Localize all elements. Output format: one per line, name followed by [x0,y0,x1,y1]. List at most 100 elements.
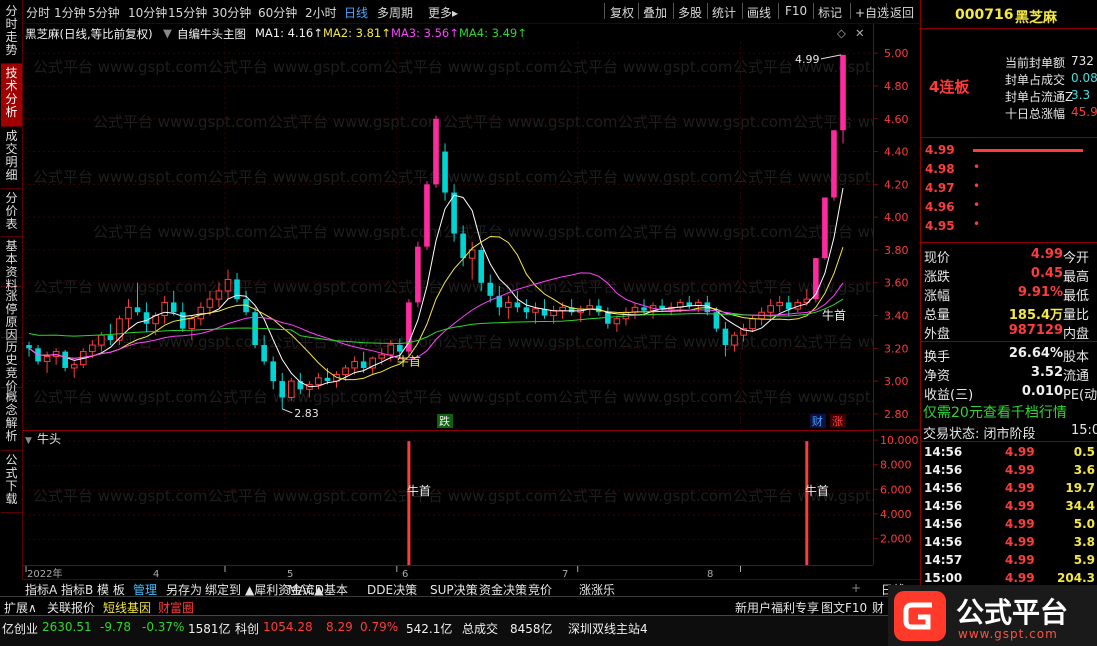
stat-label-5: 换手 [924,350,951,365]
watermark-text: 公式平台 www.gspt.com [208,487,383,505]
side-tab-label: 公式下载 [5,453,18,506]
divider [921,341,1097,342]
f10-link[interactable]: 图文F10 [821,599,867,616]
toolbar-button-3[interactable]: 统计 [712,4,736,21]
axis-tick-label: 4.60 [884,113,909,126]
cai-link[interactable]: 财 [872,599,884,616]
status-prefix: 亿 [2,622,15,636]
low-price-label: 2.83 [294,407,319,420]
axis-tick-label: 3.00 [884,375,909,388]
close-icon[interactable]: ✕ [855,26,865,40]
promo-link[interactable]: 新用户福利专享 [735,599,819,616]
add-tab-icon[interactable]: + [851,581,861,595]
extension-tab-3[interactable]: 财富圈 [158,599,194,616]
side-tab-8[interactable]: 公式下载 [1,451,22,513]
toolbar-button-4[interactable]: 画线 [747,4,771,21]
promo-banner[interactable]: 仅需20元查看千档行情 [923,402,1067,422]
tick-price-2: 4.99 [1005,481,1035,495]
stat-right-label-4: 内盘 [1063,327,1090,342]
extension-tab-0[interactable]: 扩展∧ [4,599,37,616]
watermark-text: 公式平台 www.gspt.com [618,113,793,131]
chevron-down-icon[interactable]: ▼ [163,26,172,40]
timeframe-4[interactable]: 15分钟 [168,4,207,21]
legend-ma4: MA4: 3.49↑ [459,26,527,40]
toolbar-button-6[interactable]: 标记 [818,4,842,21]
chinext-percent: -0.37% [142,620,185,634]
ask-volume-1: • [973,160,981,174]
toolbar-button-2[interactable]: 多股 [678,4,702,21]
star-change: 8.29 [326,620,353,634]
candle-body [478,249,485,283]
niushou-signal-label: 牛首 [805,483,829,498]
timeframe-5[interactable]: 30分钟 [212,4,251,21]
tick-time-2: 14:56 [924,481,963,495]
toolbar-button-5[interactable]: F10 [785,4,807,18]
timeframe-6[interactable]: 60分钟 [258,4,297,21]
side-tab-2[interactable]: 成交明细 [1,127,22,189]
timeframe-2[interactable]: 5分钟 [88,4,120,21]
candle-body [749,318,756,330]
side-tab-5[interactable]: 涨停原因 [1,287,22,342]
stat-right-label-0: 今开 [1063,251,1090,266]
settings-icon[interactable]: ◇ [837,26,846,40]
server-station[interactable]: 深圳双线主站4 [568,620,648,637]
side-tab-1[interactable]: 技术分析 [1,64,22,127]
legend-ma2: MA2: 3.81↑ [323,26,391,40]
legend-formula[interactable]: 自编牛头主图 [177,26,246,42]
timeframe-1[interactable]: 1分钟 [54,4,86,21]
side-tab-label: 分时走势 [5,4,18,57]
watermark-text: 公式平台 www.gspt.com [793,223,873,241]
tick-volume-7: 204.3 [1057,571,1095,585]
stat-value-7: 0.010 [1021,384,1063,399]
candle-body [505,301,512,308]
toolbar-separator [813,3,814,19]
timeframe-9[interactable]: 多周期 [377,4,413,21]
total-amount: 8458亿 [510,622,553,636]
timeframe-7[interactable]: 2小时 [305,4,337,21]
niushou-indicator-chart[interactable]: 公式平台 www.gspt.com 公式平台 www.gspt.com 公式平台 w… [23,430,873,565]
side-tab-4[interactable]: 基本资料 [1,237,22,292]
timeframe-0[interactable]: 分时 [26,4,50,21]
side-tab-3[interactable]: 分价表 [1,189,22,237]
chinext-label[interactable]: 创业 [14,620,38,637]
side-tab-7[interactable]: 概念解析 [1,388,22,451]
toolbar-separator [638,3,639,19]
candle-body [107,335,114,341]
stat-value-1: 0.45 [1030,266,1063,281]
niushou-signal-label: 牛首 [407,483,431,498]
extension-tab-2[interactable]: 短线基因 [103,599,151,616]
candle-body [62,351,68,368]
toolbar-button-8[interactable]: 返回 [890,4,914,21]
candle-body [125,306,132,320]
trade-time: 15:0 [1071,423,1097,438]
star-label[interactable]: 科创 [235,620,259,637]
kline-chart[interactable]: 公式平台 www.gspt.com 公式平台 www.gspt.com 公式平台 w… [23,42,873,430]
toolbar-separator [850,3,851,19]
tick-time-1: 14:56 [924,463,963,477]
timeframe-8[interactable]: 日线 [344,4,368,21]
toolbar-button-0[interactable]: 复权 [610,4,634,21]
candle-body [731,334,738,346]
stat-label-1: 涨跌 [924,270,951,285]
watermark-text: 公式平台 www.gspt.com [443,223,618,241]
extension-tab-1[interactable]: 关联报价 [47,599,95,616]
side-tab-label: 基本资料 [5,239,18,292]
seal-value-1: 0.08 [1071,71,1097,85]
sub-indicator-title: 牛头 [37,431,61,446]
timeframe-3[interactable]: 10分钟 [128,4,167,21]
side-tab-label: 历史竞价 [5,340,18,393]
side-tab-label: 概念解析 [5,390,18,443]
tick-volume-0: 0.5 [1073,445,1095,459]
side-tab-0[interactable]: 分时走势 [1,2,22,64]
toolbar-button-1[interactable]: 叠加 [643,4,667,21]
indicator-tabs: 指标A 指标B 模 板管理 另存为 绑定到 ▲犀利资金流▲ MACD基本 DDE决策 SUP决策… [23,579,921,597]
stat-value-0: 4.99 [1030,247,1063,262]
low-pointer [282,408,293,414]
stat-right-label-5: 股本 [1063,350,1090,365]
extension-tabs: 扩展∧ 关联报价 短线基因 财富圈 新用户福利专享 图文F10 财 [0,596,888,615]
side-tab-6[interactable]: 历史竞价 [1,338,22,393]
timeframe-10[interactable]: 更多▸ [428,4,458,21]
toolbar-button-7[interactable]: +自选 [855,4,889,21]
tick-price-0: 4.99 [1005,445,1035,459]
candle-body [415,246,421,303]
